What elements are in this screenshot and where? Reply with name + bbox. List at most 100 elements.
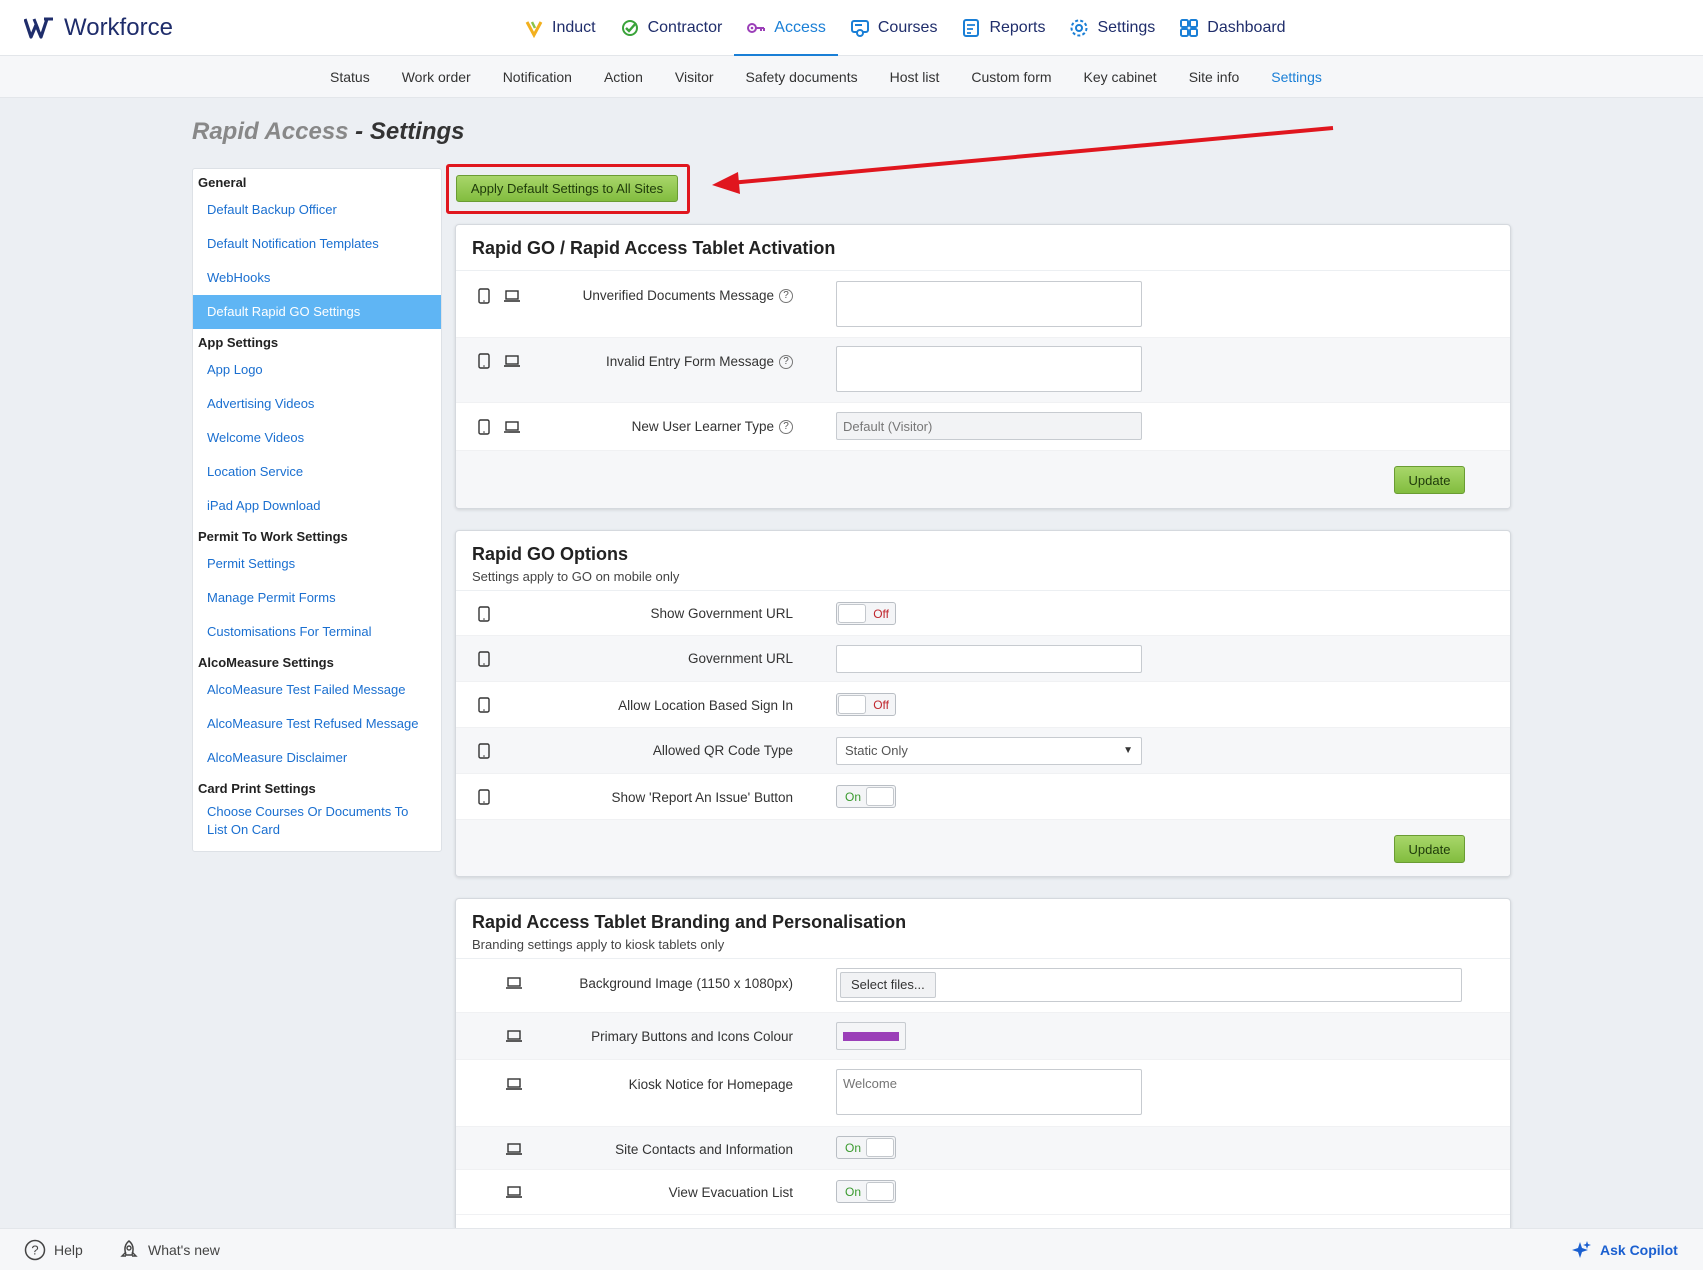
whats-new-label: What's new [148, 1242, 220, 1258]
allow-location-based-sign-in-toggle[interactable]: Off [836, 693, 896, 716]
toggle-state: On [845, 790, 862, 804]
row-label-text: Site Contacts and Information [615, 1142, 793, 1157]
laptop-icon [506, 1030, 522, 1042]
sidebar-group-app-settings: App Settings [198, 335, 279, 350]
laptop-icon [504, 355, 520, 367]
panel-rapid-go-options-update-button[interactable]: Update [1394, 835, 1465, 863]
sidebar-item-location-service[interactable]: Location Service [193, 455, 441, 489]
panel-tablet-branding-subtitle: Branding settings apply to kiosk tablets… [472, 937, 725, 952]
tablet-icon [478, 789, 490, 805]
laptop-icon [504, 421, 520, 433]
tablet-icon [478, 288, 490, 304]
chevron-down-icon: ▼ [1123, 745, 1133, 756]
toggle-state: Off [873, 607, 889, 621]
sidebar-item-advertising-videos[interactable]: Advertising Videos [193, 387, 441, 421]
whats-new-link[interactable]: What's new [118, 1229, 220, 1270]
row-label-text: View Evacuation List [668, 1185, 793, 1200]
tablet-icon [478, 651, 490, 667]
help-label: Help [54, 1242, 83, 1258]
help-icon[interactable]: ? [779, 354, 793, 369]
view-evacuation-list-toggle[interactable]: On [836, 1180, 896, 1203]
sidebar-item-app-logo[interactable]: App Logo [193, 353, 441, 387]
primary-colour-picker[interactable] [836, 1022, 906, 1050]
select-files-button[interactable]: Select files... [840, 972, 936, 998]
row-label-text: Allowed QR Code Type [652, 743, 793, 758]
laptop-icon [506, 1143, 522, 1155]
ask-copilot-label: Ask Copilot [1600, 1242, 1678, 1258]
government-url-input[interactable] [836, 645, 1142, 673]
panel-rapid-go-options: Rapid GO Options Settings apply to GO on… [455, 530, 1511, 877]
row-label-text: Kiosk Notice for Homepage [628, 1077, 793, 1092]
show-government-url-toggle[interactable]: Off [836, 602, 896, 625]
panel-tablet-activation-update-button[interactable]: Update [1394, 466, 1465, 494]
tablet-icon [478, 743, 490, 759]
row-show-government-url: Show Government URL Off [456, 591, 1510, 636]
ask-copilot-button[interactable]: Ask Copilot [1570, 1229, 1678, 1270]
row-label-text: Primary Buttons and Icons Colour [591, 1029, 793, 1044]
sidebar-item-permit-settings[interactable]: Permit Settings [193, 547, 441, 581]
row-invalid-entry-form-message: Invalid Entry Form Message? [456, 338, 1510, 403]
colour-swatch [843, 1032, 899, 1041]
footer-bar: ? Help What's new Ask Copilot [0, 1228, 1703, 1270]
toggle-state: On [845, 1141, 862, 1155]
row-label-text: New User Learner Type [631, 419, 774, 434]
row-view-evacuation-list: View Evacuation List On [456, 1170, 1510, 1215]
row-kiosk-notice: Kiosk Notice for Homepage [456, 1060, 1510, 1127]
sidebar-item-customisations-for-terminal[interactable]: Customisations For Terminal [193, 615, 441, 649]
invalid-entry-form-message-input[interactable] [836, 346, 1142, 392]
panel-tablet-branding: Rapid Access Tablet Branding and Persona… [455, 898, 1511, 1228]
site-contacts-toggle[interactable]: On [836, 1136, 896, 1159]
panel-tablet-branding-title: Rapid Access Tablet Branding and Persona… [472, 912, 907, 932]
tablet-icon [478, 606, 490, 622]
row-primary-colour: Primary Buttons and Icons Colour [456, 1013, 1510, 1060]
new-user-learner-type-input[interactable] [836, 412, 1142, 440]
row-label-text: Show Government URL [650, 606, 793, 621]
panel-tablet-activation: Rapid GO / Rapid Access Tablet Activatio… [455, 224, 1511, 509]
row-allow-location-based-sign-in: Allow Location Based Sign In Off [456, 682, 1510, 728]
laptop-icon [506, 1078, 522, 1090]
help-link[interactable]: ? Help [24, 1229, 83, 1270]
sidebar-item-welcome-videos[interactable]: Welcome Videos [193, 421, 441, 455]
row-background-image: Background Image (1150 x 1080px) Select … [456, 959, 1510, 1013]
laptop-icon [506, 977, 522, 989]
row-allowed-qr-code-type: Allowed QR Code Type Static Only ▼ [456, 728, 1510, 774]
sidebar-item-ipad-app-download[interactable]: iPad App Download [193, 489, 441, 523]
select-value: Static Only [845, 743, 908, 758]
row-label-text: Show 'Report An Issue' Button [611, 790, 793, 805]
sidebar-group-card-print: Card Print Settings [198, 781, 316, 796]
sidebar-item-webhooks[interactable]: WebHooks [193, 261, 441, 295]
sidebar-group-alcomeasure: AlcoMeasure Settings [198, 655, 334, 670]
annotation-arrow-icon [712, 126, 1334, 194]
laptop-icon [506, 1186, 522, 1198]
row-label-text: Background Image (1150 x 1080px) [579, 976, 793, 991]
kiosk-notice-input[interactable] [836, 1069, 1142, 1115]
toggle-state: Off [873, 698, 889, 712]
tablet-icon [478, 419, 490, 435]
rocket-icon [120, 1240, 138, 1257]
row-label-text: Unverified Documents Message [582, 288, 774, 303]
row-unverified-documents-message: Unverified Documents Message? [456, 271, 1510, 338]
tablet-icon [478, 697, 490, 713]
svg-text:?: ? [31, 1243, 38, 1258]
background-image-upload: Select files... [836, 968, 1462, 1002]
sidebar-item-default-rapid-go-settings[interactable]: Default Rapid GO Settings [193, 295, 441, 329]
sidebar-group-permit-to-work: Permit To Work Settings [198, 529, 348, 544]
question-circle-icon: ? [24, 1239, 46, 1261]
help-icon[interactable]: ? [779, 288, 793, 303]
sidebar-item-alcomeasure-test-refused[interactable]: AlcoMeasure Test Refused Message [193, 707, 441, 741]
panel-tablet-activation-title: Rapid GO / Rapid Access Tablet Activatio… [472, 238, 836, 258]
toggle-state: On [845, 1185, 862, 1199]
row-show-report-an-issue-button: Show 'Report An Issue' Button On [456, 774, 1510, 820]
sidebar-item-alcomeasure-disclaimer[interactable]: AlcoMeasure Disclaimer [193, 741, 441, 775]
sidebar-item-choose-courses-or-documents[interactable]: Choose Courses Or Documents To List On C… [193, 799, 441, 839]
sidebar-item-manage-permit-forms[interactable]: Manage Permit Forms [193, 581, 441, 615]
laptop-icon [504, 290, 520, 302]
help-icon[interactable]: ? [779, 419, 793, 434]
panel-rapid-go-options-subtitle: Settings apply to GO on mobile only [472, 569, 680, 584]
unverified-documents-message-input[interactable] [836, 281, 1142, 327]
sidebar-item-alcomeasure-test-failed[interactable]: AlcoMeasure Test Failed Message [193, 673, 441, 707]
allowed-qr-code-type-select[interactable]: Static Only ▼ [836, 737, 1142, 765]
show-report-an-issue-toggle[interactable]: On [836, 785, 896, 808]
tablet-icon [478, 353, 490, 369]
row-label-text: Allow Location Based Sign In [618, 698, 793, 713]
